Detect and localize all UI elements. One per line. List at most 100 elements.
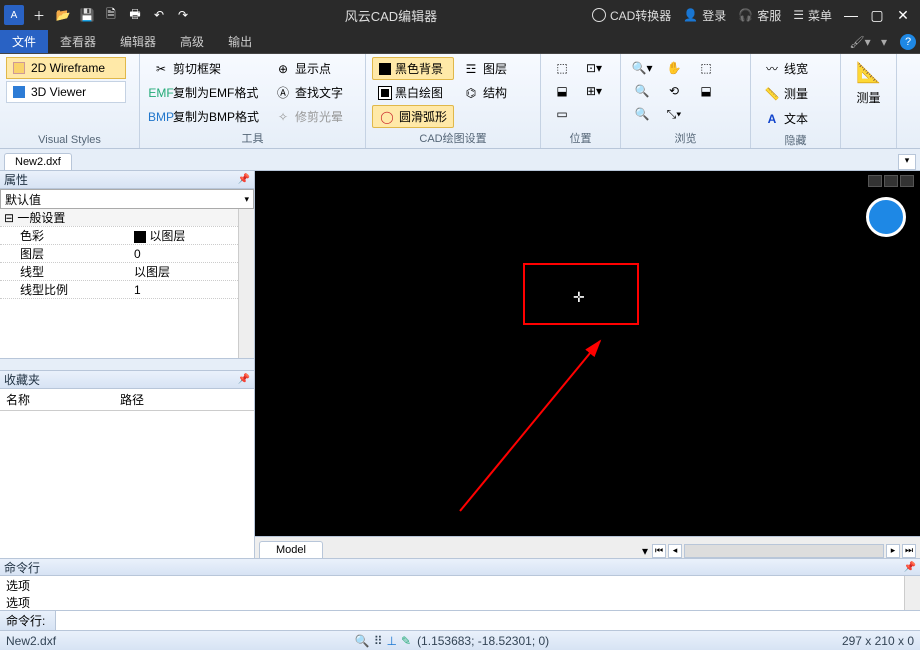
view-btn-1[interactable]: ⬚ [691, 57, 721, 79]
style-dropdown-icon[interactable]: 🖌▾ [848, 30, 872, 54]
redo-icon[interactable]: ↷ [172, 4, 194, 26]
pin-icon[interactable]: 📌 [238, 174, 250, 185]
scroll-first[interactable]: ⏮ [652, 544, 666, 558]
scroll-right[interactable]: ▸ [886, 544, 900, 558]
wireframe-2d-button[interactable]: 2D Wireframe [6, 57, 126, 79]
status-dimensions: 297 x 210 x 0 [842, 634, 914, 648]
tab-dropdown[interactable]: ▾ [898, 154, 916, 170]
login-label: 登录 [702, 7, 726, 24]
model-tab[interactable]: Model [259, 541, 323, 558]
login-link[interactable]: 👤登录 [683, 7, 726, 24]
cad-converter-link[interactable]: CAD转换器 [592, 7, 671, 24]
smooth-arc-button[interactable]: ◯圆滑弧形 [372, 105, 454, 128]
menu-file[interactable]: 文件 [0, 30, 48, 53]
hscrollbar[interactable] [684, 544, 884, 558]
hscroll-controls: ⏮ ◂ ▸ ⏭ [652, 544, 916, 558]
favorites-list: 名称 路径 [0, 389, 254, 558]
menu-editor[interactable]: 编辑器 [108, 30, 168, 53]
ortho-icon[interactable]: ⊥ [387, 634, 397, 648]
find-text-button[interactable]: Ⓐ查找文字 [268, 81, 350, 104]
pos-btn-4[interactable]: ⊡▾ [579, 57, 609, 79]
measure-big-button[interactable]: 📐 测量 [849, 57, 888, 113]
viewer-3d-button[interactable]: 3D Viewer [6, 81, 126, 103]
text-button[interactable]: A文本 [757, 107, 815, 130]
black-bg-button[interactable]: 黑色背景 [372, 57, 454, 80]
undo-icon[interactable]: ↶ [148, 4, 170, 26]
bw-draw-button[interactable]: 黑白绘图 [372, 81, 454, 104]
prop-section-general[interactable]: ⊟ 一般设置 [0, 209, 254, 227]
viewer3d-label: 3D Viewer [31, 85, 86, 99]
save-as-icon[interactable]: 🗎 [100, 4, 122, 26]
scroll-left[interactable]: ◂ [668, 544, 682, 558]
print-icon[interactable]: 🖶 [124, 4, 146, 26]
pin-icon[interactable]: 📌 [904, 562, 916, 573]
canvas-min-button[interactable] [868, 175, 882, 187]
help-button[interactable]: ? [896, 30, 920, 54]
zoom-btn-1[interactable]: 🔍▾ [627, 57, 657, 79]
view-btn-2[interactable]: ⬓ [691, 80, 721, 102]
canvas-close-button[interactable] [900, 175, 914, 187]
model-dropdown[interactable]: ▾ [642, 544, 648, 558]
prop-row-linetype[interactable]: 线型以图层 [0, 263, 254, 281]
structure-button[interactable]: ⌬结构 [456, 81, 514, 104]
line-width-button[interactable]: 〰线宽 [757, 57, 815, 80]
new-file-icon[interactable]: ＋ [28, 4, 50, 26]
nav-badge[interactable] [866, 197, 906, 237]
pos-btn-1[interactable]: ⬚ [547, 57, 577, 79]
zoom-btn-2[interactable]: 🔍 [627, 80, 657, 102]
pan-button[interactable]: ✋ [659, 57, 689, 79]
nav-button[interactable]: ⤡▾ [659, 103, 689, 125]
menu-output[interactable]: 输出 [216, 30, 264, 53]
default-combo[interactable]: 默认值 ▾ [0, 189, 254, 209]
minimize-button[interactable]: — [838, 4, 864, 26]
zoom-btn-3[interactable]: 🔍 [627, 103, 657, 125]
polar-icon[interactable]: ✎ [401, 634, 411, 648]
open-file-icon[interactable]: 📂 [52, 4, 74, 26]
layers-button[interactable]: ☲图层 [456, 57, 514, 80]
col-path[interactable]: 路径 [120, 391, 144, 408]
col-name[interactable]: 名称 [0, 391, 120, 408]
scrollbar[interactable] [904, 576, 920, 610]
scroll-last[interactable]: ⏭ [902, 544, 916, 558]
grid-icon[interactable]: ⠿ [374, 634, 383, 648]
copy-bmp-button[interactable]: BMP复制为BMP格式 [146, 105, 266, 128]
clip-frame-button[interactable]: ✂剪切框架 [146, 57, 266, 80]
measure-button[interactable]: 📏测量 [757, 82, 815, 105]
prop-row-layer[interactable]: 图层0 [0, 245, 254, 263]
canvas-max-button[interactable] [884, 175, 898, 187]
snap-icon[interactable]: 🔍 [355, 634, 370, 648]
panel-splitter[interactable] [0, 359, 254, 371]
chevron-down-icon[interactable]: ▾ [872, 30, 896, 54]
headset-icon: 🎧 [738, 8, 753, 22]
app-icon: A [4, 5, 24, 25]
command-panel-header: 命令行 📌 [0, 559, 920, 576]
menu-viewer[interactable]: 查看器 [48, 30, 108, 53]
file-tab[interactable]: New2.dxf [4, 153, 72, 170]
pos-btn-2[interactable]: ⬓ [547, 80, 577, 102]
pos-btn-3[interactable]: ▭ [547, 103, 577, 125]
prop-row-ltscale[interactable]: 线型比例1 [0, 281, 254, 299]
maximize-button[interactable]: ▢ [864, 4, 890, 26]
copy-emf-button[interactable]: EMF复制为EMF格式 [146, 81, 266, 104]
pin-icon[interactable]: 📌 [238, 374, 250, 385]
text-icon: A [764, 111, 780, 127]
menu-link[interactable]: ☰菜单 [793, 7, 832, 24]
orbit-button[interactable]: ⟲ [659, 80, 689, 102]
trim-halo-button[interactable]: ✧修剪光晕 [268, 105, 350, 128]
pos-btn-5[interactable]: ⊞▾ [579, 80, 609, 102]
scrollbar[interactable] [238, 209, 254, 358]
canvas-window-controls [868, 175, 914, 187]
drawing-canvas[interactable]: ✛ [255, 171, 920, 536]
ruler-big-icon: 📐 [856, 60, 881, 85]
status-tools: 🔍 ⠿ ⊥ ✎ [355, 634, 411, 648]
service-link[interactable]: 🎧客服 [738, 7, 781, 24]
show-point-button[interactable]: ⊕显示点 [268, 57, 350, 80]
close-button[interactable]: ✕ [890, 4, 916, 26]
prop-row-color[interactable]: 色彩 以图层 [0, 227, 254, 245]
command-input[interactable] [56, 611, 920, 630]
wireframe-icon [13, 62, 25, 74]
menu-advanced[interactable]: 高级 [168, 30, 216, 53]
save-icon[interactable]: 💾 [76, 4, 98, 26]
ribbon: 2D Wireframe 3D Viewer Visual Styles ✂剪切… [0, 54, 920, 149]
clip-icon: ✂ [153, 61, 169, 77]
